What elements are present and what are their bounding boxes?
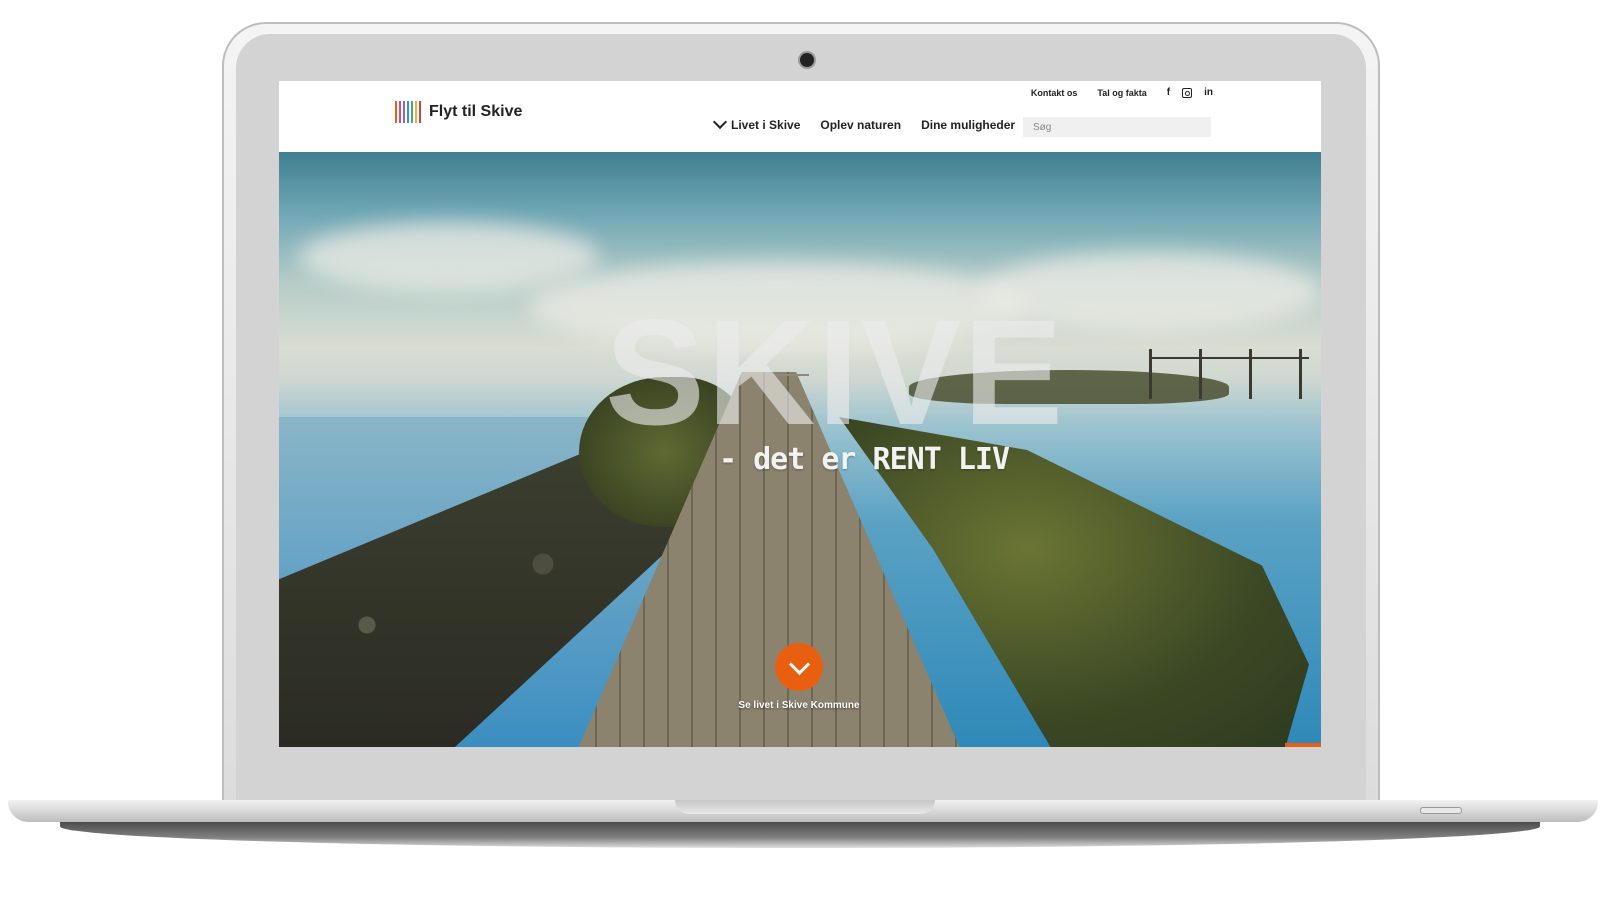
site-logo[interactable]: Flyt til Skive — [395, 101, 522, 123]
logo-stripe — [399, 101, 401, 123]
search-input[interactable] — [1023, 117, 1211, 137]
nav-item-naturen[interactable]: Oplev naturen — [820, 118, 901, 132]
hero-section: SKIVE - det er RENT LIV Se livet i Skive… — [279, 152, 1321, 747]
nav-item-muligheder[interactable]: Dine muligheder — [921, 118, 1015, 132]
website-screen: Flyt til Skive Kontakt os Tal og fakta f… — [279, 81, 1321, 747]
scroll-label[interactable]: Se livet i Skive Kommune — [699, 700, 899, 711]
hero-subtitle: - det er RENT LIV — [719, 442, 1010, 477]
laptop-base-shadow — [60, 822, 1540, 848]
nav-item-label: Oplev naturen — [820, 118, 902, 132]
camera-icon — [800, 53, 814, 67]
site-header: Flyt til Skive Kontakt os Tal og fakta f… — [279, 81, 1321, 152]
corner-accent — [1285, 743, 1321, 747]
distant-pier — [1149, 349, 1309, 399]
nav-item-livet[interactable]: Livet i Skive — [712, 114, 801, 132]
logo-text: Flyt til Skive — [429, 103, 523, 120]
logo-stripe — [403, 101, 405, 123]
nav-item-label: Dine muligheder — [921, 118, 1016, 132]
scroll-down-button[interactable] — [775, 643, 823, 691]
instagram-icon[interactable] — [1182, 88, 1193, 98]
logo-stripes-icon — [395, 101, 421, 123]
chevron-down-icon — [788, 653, 811, 676]
logo-stripe — [415, 101, 417, 123]
social-links: f in — [1167, 87, 1213, 98]
logo-stripe — [419, 101, 421, 123]
facts-link[interactable]: Tal og fakta — [1097, 88, 1146, 98]
chevron-down-icon — [712, 114, 728, 130]
laptop-notch — [675, 800, 935, 814]
logo-stripe — [411, 101, 413, 123]
logo-stripe — [395, 101, 397, 123]
contact-link[interactable]: Kontakt os — [1031, 88, 1078, 98]
hero-title: SKIVE — [605, 288, 1066, 456]
main-nav: Livet i Skive Oplev naturen Dine mulighe… — [712, 114, 1015, 132]
logo-stripe — [407, 101, 409, 123]
nav-item-label: Livet i Skive — [731, 118, 801, 132]
cloud — [299, 222, 599, 292]
laptop-port — [1420, 807, 1462, 814]
top-links: Kontakt os Tal og fakta f in — [1031, 87, 1213, 98]
linkedin-icon[interactable]: in — [1204, 87, 1213, 98]
facebook-icon[interactable]: f — [1167, 87, 1170, 98]
